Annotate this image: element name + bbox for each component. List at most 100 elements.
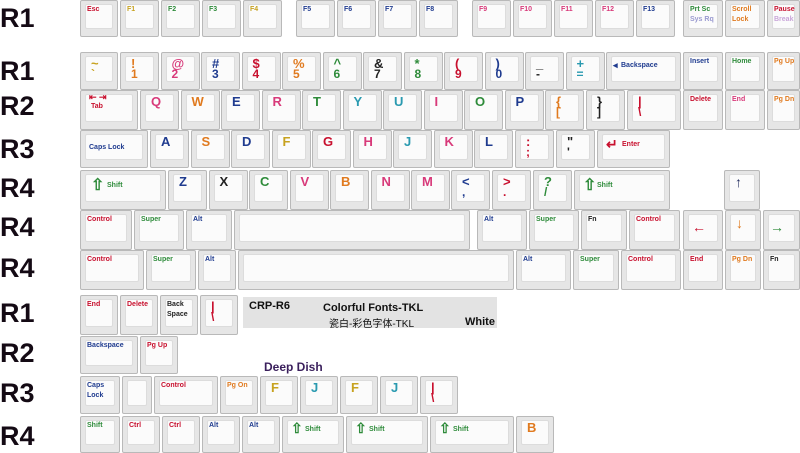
key-alt[interactable]: Alt <box>516 250 571 290</box>
key-ex-caps[interactable]: Caps Lock <box>80 376 120 414</box>
key-pipe[interactable]: | \ <box>420 376 458 414</box>
key-b[interactable]: B <box>330 170 369 210</box>
key-blank[interactable] <box>234 210 470 250</box>
key-ex-pgon[interactable]: Pg On <box>220 376 258 414</box>
key-n3a[interactable]: #3 <box>201 52 240 90</box>
key-ex-f[interactable]: F <box>260 376 298 414</box>
key-pgup[interactable]: Pg Up <box>767 52 800 90</box>
key-super[interactable]: Super <box>529 210 579 250</box>
key-ex-f[interactable]: F <box>340 376 378 414</box>
key-r[interactable]: R <box>261 90 301 130</box>
key-pause[interactable]: Pause Break <box>767 0 800 37</box>
key-l[interactable]: L <box>474 130 513 168</box>
key-alt[interactable]: Alt <box>198 250 236 290</box>
key-y[interactable]: Y <box>342 90 382 130</box>
key-n5a[interactable]: % 5 <box>282 52 321 90</box>
key-eqa[interactable]: + = <box>565 52 605 90</box>
key-f2[interactable]: F2 <box>161 0 200 37</box>
key-f12[interactable]: F12 <box>595 0 634 37</box>
key-qma[interactable]: ? / <box>533 170 572 210</box>
key-j[interactable]: J <box>393 130 432 168</box>
key-f7[interactable]: F7 <box>378 0 417 37</box>
key-f10[interactable]: F10 <box>513 0 552 37</box>
key-p[interactable]: P <box>504 90 544 130</box>
key-f5[interactable]: F5 <box>296 0 335 37</box>
key-f3[interactable]: F3 <box>202 0 241 37</box>
key-gta[interactable]: >. <box>492 170 531 210</box>
key-x[interactable]: X <box>208 170 248 210</box>
key-fn[interactable]: Fn <box>763 250 800 290</box>
key-ex-delete[interactable]: Delete <box>120 295 158 335</box>
key-prtsc[interactable]: Prt Sc Sys Rq <box>683 0 723 37</box>
key-ex-j[interactable]: J <box>300 376 338 414</box>
key-blank[interactable]: → <box>763 210 800 250</box>
key-f11[interactable]: F11 <box>554 0 593 37</box>
key-scroll[interactable]: Scroll Lock <box>725 0 765 37</box>
key-g[interactable]: G <box>312 130 351 168</box>
key-m[interactable]: M <box>411 170 450 210</box>
key-end[interactable]: End <box>683 250 723 290</box>
key-pgdn[interactable]: Pg Dn <box>725 250 761 290</box>
key-blank[interactable] <box>238 250 514 290</box>
key-n0a[interactable]: ) 0 <box>484 52 524 90</box>
key-u[interactable]: U <box>383 90 422 130</box>
key-n6a[interactable]: ^ 6 <box>322 52 362 90</box>
key-shift[interactable]: ⇧ Shift <box>282 416 344 453</box>
key-backspace[interactable]: ◂ Backspace <box>606 52 681 90</box>
key-w[interactable]: W <box>180 90 220 130</box>
key-k[interactable]: K <box>433 130 473 168</box>
key-a[interactable]: A <box>150 130 189 168</box>
key-e[interactable]: E <box>221 90 260 130</box>
key-n2a[interactable]: @2 <box>160 52 200 90</box>
key-f6[interactable]: F6 <box>337 0 376 37</box>
key-ex-ctrl[interactable]: Ctrl <box>122 416 160 453</box>
key-ex-pgup[interactable]: Pg Up <box>140 336 178 374</box>
key-insert[interactable]: Insert <box>683 52 723 90</box>
key-shift[interactable]: ⇧ Shift <box>430 416 514 453</box>
key-alt[interactable]: Alt <box>186 210 232 250</box>
key-h[interactable]: H <box>352 130 392 168</box>
key-n8a[interactable]: * 8 <box>403 52 443 90</box>
key-super[interactable]: Super <box>146 250 196 290</box>
key-f13[interactable]: F13 <box>636 0 675 37</box>
key-n9a[interactable]: (9 <box>444 52 483 90</box>
key-n[interactable]: N <box>370 170 410 210</box>
key-alt[interactable]: Alt <box>477 210 527 250</box>
key-lta[interactable]: <, <box>451 170 490 210</box>
key-o[interactable]: O <box>464 90 503 130</box>
key-c[interactable]: C <box>249 170 288 210</box>
key-f[interactable]: F <box>271 130 311 168</box>
key-f9[interactable]: F9 <box>472 0 511 37</box>
key-n4a[interactable]: $4 <box>241 52 281 90</box>
key-n7a[interactable]: & 7 <box>363 52 402 90</box>
key-caps[interactable]: Caps Lock <box>80 130 148 168</box>
key-pipe[interactable]: | \ <box>627 90 681 130</box>
key-shift[interactable]: ⇧ Shift <box>80 170 166 210</box>
key-alt[interactable]: Alt <box>242 416 280 453</box>
key-shift[interactable]: Shift <box>80 416 120 453</box>
key-blank[interactable]: ↑ <box>724 170 760 210</box>
key-ex-j[interactable]: J <box>380 376 418 414</box>
key-enter[interactable]: ↵ Enter <box>597 130 670 168</box>
key-control[interactable]: Control <box>629 210 680 250</box>
key-i[interactable]: I <box>423 90 463 130</box>
key-delete[interactable]: Delete <box>683 90 723 130</box>
key-shift[interactable]: ⇧ Shift <box>574 170 670 210</box>
key-ex-b[interactable]: B <box>516 416 554 453</box>
key-shift[interactable]: ⇧ Shift <box>346 416 428 453</box>
key-z[interactable]: Z <box>168 170 207 210</box>
key-f4[interactable]: F4 <box>243 0 282 37</box>
key-control[interactable]: Control <box>80 250 144 290</box>
key-mina[interactable]: _ - <box>525 52 564 90</box>
key-blank[interactable] <box>122 376 152 414</box>
key-pipe[interactable]: | \ <box>200 295 238 335</box>
key-ex-back[interactable]: Back Space <box>160 295 198 335</box>
key-super[interactable]: Super <box>134 210 184 250</box>
key-blank[interactable]: ↓ <box>725 210 761 250</box>
key-alt[interactable]: Alt <box>202 416 240 453</box>
key-fn[interactable]: Fn <box>581 210 627 250</box>
key-ex-ctrl[interactable]: Ctrl <box>162 416 200 453</box>
key-cola[interactable]: :; <box>515 130 554 168</box>
key-ex-backspace[interactable]: Backspace <box>80 336 138 374</box>
key-pgdn[interactable]: Pg Dn <box>767 90 800 130</box>
